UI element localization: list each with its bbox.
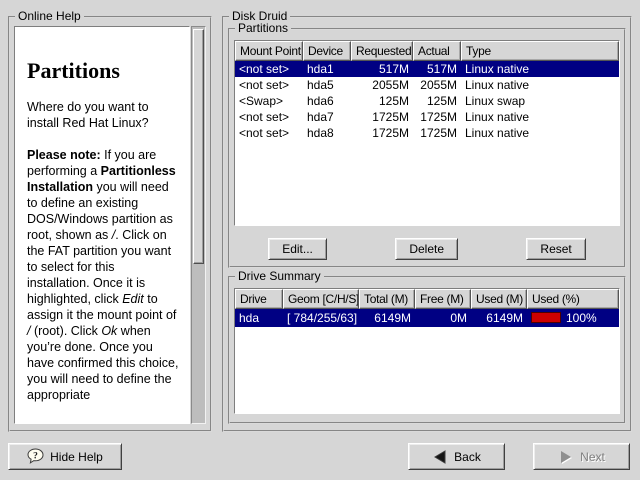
partitions-table: Mount Point Device Requested Actual Type… — [234, 40, 620, 226]
cell-geom: [ 784/255/63] — [283, 309, 359, 327]
svg-text:?: ? — [33, 451, 38, 461]
cell-type: Linux native — [461, 61, 619, 77]
cell-type: Linux native — [461, 77, 619, 93]
cell-mount-point: <not set> — [235, 61, 303, 77]
disk-druid-frame: Disk Druid Partitions Mount Point Device… — [222, 16, 632, 432]
hide-help-button[interactable]: ? Hide Help — [8, 443, 122, 470]
cell-device: hda8 — [303, 125, 351, 141]
online-help-frame: Online Help Partitions Where do you want… — [8, 16, 212, 432]
column-header-used-percent[interactable]: Used (%) — [527, 289, 619, 309]
help-edit-ref: Edit — [122, 292, 144, 306]
cell-device: hda7 — [303, 109, 351, 125]
cell-requested: 1725M — [351, 125, 413, 141]
cell-requested: 2055M — [351, 77, 413, 93]
column-header-total[interactable]: Total (M) — [359, 289, 415, 309]
column-header-used-m[interactable]: Used (M) — [471, 289, 527, 309]
partitions-table-header: Mount Point Device Requested Actual Type — [235, 41, 619, 61]
next-button[interactable]: Next — [533, 443, 630, 470]
help-body: Partitions Where do you want to install … — [14, 26, 206, 424]
back-label: Back — [454, 450, 481, 464]
cell-actual: 1725M — [413, 125, 461, 141]
partition-row[interactable]: <not set> hda7 1725M 1725M Linux native — [235, 109, 619, 125]
cell-mount-point: <Swap> — [235, 93, 303, 109]
drive-summary-frame-title: Drive Summary — [235, 269, 324, 283]
cell-requested: 125M — [351, 93, 413, 109]
cell-used-m: 6149M — [471, 309, 527, 327]
column-header-type[interactable]: Type — [461, 41, 619, 61]
delete-button[interactable]: Delete — [395, 238, 458, 260]
help-scrollbar[interactable] — [191, 26, 206, 424]
partitions-table-body: <not set> hda1 517M 517M Linux native <n… — [235, 61, 619, 225]
used-percent-bar — [531, 312, 561, 323]
drive-summary-table: Drive Geom [C/H/S] Total (M) Free (M) Us… — [234, 288, 620, 414]
help-paragraph-1: Where do you want to install Red Hat Lin… — [27, 99, 179, 131]
cell-requested: 1725M — [351, 109, 413, 125]
cell-device: hda6 — [303, 93, 351, 109]
drive-summary-table-body: hda [ 784/255/63] 6149M 0M 6149M 100% — [235, 309, 619, 413]
cell-type: Linux native — [461, 109, 619, 125]
edit-button[interactable]: Edit... — [268, 238, 327, 260]
cell-free: 0M — [415, 309, 471, 327]
partition-row[interactable]: <not set> hda8 1725M 1725M Linux native — [235, 125, 619, 141]
column-header-mount-point[interactable]: Mount Point — [235, 41, 303, 61]
cell-mount-point: <not set> — [235, 125, 303, 141]
partition-actions: Edit... Delete Reset — [234, 237, 620, 260]
cell-type: Linux native — [461, 125, 619, 141]
help-note-label: Please note: — [27, 148, 104, 162]
cell-requested: 517M — [351, 61, 413, 77]
cell-actual: 1725M — [413, 109, 461, 125]
cell-type: Linux swap — [461, 93, 619, 109]
online-help-frame-title: Online Help — [15, 9, 84, 23]
column-header-geom[interactable]: Geom [C/H/S] — [283, 289, 359, 309]
help-title: Partitions — [27, 59, 179, 83]
cell-actual: 2055M — [413, 77, 461, 93]
help-paragraph-2: Please note: If you are performing a Par… — [27, 147, 179, 403]
partitions-frame-title: Partitions — [235, 21, 291, 35]
cell-actual: 125M — [413, 93, 461, 109]
back-arrow-icon — [432, 449, 448, 465]
cell-total: 6149M — [359, 309, 415, 327]
partition-row[interactable]: <not set> hda1 517M 517M Linux native — [235, 61, 619, 77]
partition-row[interactable]: <Swap> hda6 125M 125M Linux swap — [235, 93, 619, 109]
column-header-requested[interactable]: Requested — [351, 41, 413, 61]
partition-row[interactable]: <not set> hda5 2055M 2055M Linux native — [235, 77, 619, 93]
help-scrollbar-thumb[interactable] — [193, 29, 204, 264]
drive-row[interactable]: hda [ 784/255/63] 6149M 0M 6149M 100% — [235, 309, 619, 327]
partitions-frame: Partitions Mount Point Device Requested … — [228, 28, 626, 268]
cell-drive: hda — [235, 309, 283, 327]
back-button[interactable]: Back — [408, 443, 505, 470]
used-percent-value: 100% — [566, 311, 597, 325]
cell-mount-point: <not set> — [235, 77, 303, 93]
help-ok-ref: Ok — [101, 324, 117, 338]
installer-screen: Online Help Partitions Where do you want… — [0, 0, 640, 480]
column-header-device[interactable]: Device — [303, 41, 351, 61]
drive-summary-frame: Drive Summary Drive Geom [C/H/S] Total (… — [228, 276, 626, 424]
column-header-free[interactable]: Free (M) — [415, 289, 471, 309]
cell-device: hda1 — [303, 61, 351, 77]
hide-help-label: Hide Help — [50, 450, 103, 464]
column-header-drive[interactable]: Drive — [235, 289, 283, 309]
cell-mount-point: <not set> — [235, 109, 303, 125]
next-label: Next — [580, 450, 605, 464]
help-balloon-icon: ? — [27, 448, 44, 465]
help-text-area: Partitions Where do you want to install … — [14, 26, 190, 424]
cell-actual: 517M — [413, 61, 461, 77]
reset-button[interactable]: Reset — [526, 238, 585, 260]
cell-used-percent: 100% — [527, 309, 619, 327]
drive-summary-table-header: Drive Geom [C/H/S] Total (M) Free (M) Us… — [235, 289, 619, 309]
cell-device: hda5 — [303, 77, 351, 93]
help-seg-10: (root). Click — [30, 324, 101, 338]
next-arrow-icon — [558, 449, 574, 465]
column-header-actual[interactable]: Actual — [413, 41, 461, 61]
